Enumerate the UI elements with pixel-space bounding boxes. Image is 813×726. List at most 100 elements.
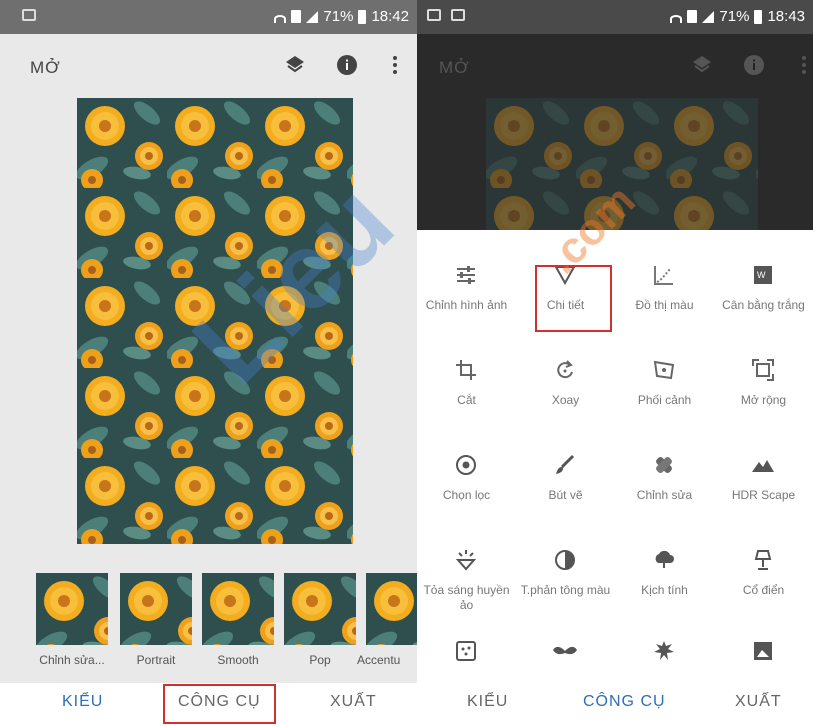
look-thumbnail[interactable]	[202, 573, 274, 645]
tool-tune-image[interactable]: Chỉnh hình ảnh	[417, 252, 516, 347]
battery-icon	[754, 9, 763, 24]
tab-styles[interactable]: KIỂU	[467, 693, 508, 711]
looks-strip: Chỉnh sửa... Portrait Smooth Pop Accentu	[0, 573, 417, 667]
tool-drama[interactable]: Kịch tính	[615, 537, 714, 632]
tool-label: Bút vẽ	[548, 488, 583, 502]
tool-label: Chỉnh hình ảnh	[425, 298, 508, 312]
photo-preview[interactable]	[77, 98, 353, 544]
crop-icon	[451, 355, 481, 385]
clock: 18:42	[371, 8, 409, 25]
tool-label: Chọn lọc	[442, 488, 491, 502]
tool-brush[interactable]: Bút vẽ	[516, 442, 615, 537]
look-label: Accentu	[357, 653, 401, 667]
tab-tools[interactable]: CÔNG CỤ	[583, 693, 666, 711]
tool-label: Mở rộng	[740, 393, 787, 407]
sim-icon	[291, 10, 302, 23]
look-label: Pop	[309, 653, 331, 667]
tool-vintage[interactable]: Cổ điển	[714, 537, 813, 632]
layers-icon[interactable]	[282, 52, 308, 78]
tool-rotate[interactable]: Xoay	[516, 347, 615, 442]
tool-crop[interactable]: Cắt	[417, 347, 516, 442]
glamour-glow-icon	[451, 545, 481, 575]
wifi-icon	[274, 14, 287, 23]
tune-icon	[451, 260, 481, 290]
clock: 18:43	[767, 8, 805, 25]
grunge-icon	[649, 636, 679, 666]
status-bar: 71% 18:42	[0, 0, 417, 34]
tool-label: Phối cảnh	[637, 393, 692, 407]
curves-icon	[649, 260, 679, 290]
signal-icon	[702, 10, 715, 23]
black-white-icon	[748, 636, 778, 666]
look-thumbnail[interactable]	[284, 573, 356, 645]
tool-label: Tỏa sáng huyền ảo	[423, 583, 510, 612]
battery-icon	[358, 9, 367, 24]
bottom-nav: KIỂU CÔNG CỤ XUẤT	[417, 683, 813, 726]
open-button[interactable]: MỞ	[30, 58, 61, 78]
status-bar: 71% 18:43	[417, 0, 813, 34]
app-bar: MỞ	[417, 34, 813, 98]
info-icon[interactable]	[334, 52, 360, 78]
gallery-notification-icon	[451, 9, 465, 21]
tool-label: Kịch tính	[641, 583, 688, 597]
perspective-icon	[649, 355, 679, 385]
brush-icon	[550, 450, 580, 480]
look-thumbnail[interactable]	[36, 573, 108, 645]
look-label: Smooth	[217, 653, 259, 667]
mustache-icon	[550, 636, 580, 666]
image-notification-icon	[427, 9, 441, 21]
tool-label: Cổ điển	[742, 583, 785, 597]
more-options-icon[interactable]	[791, 52, 813, 78]
battery-percent: 71%	[719, 8, 750, 25]
tool-healing[interactable]: Chỉnh sửa	[615, 442, 714, 537]
bottom-nav: KIỂU CÔNG CỤ XUẤT	[0, 683, 417, 726]
tool-label: Cắt	[457, 393, 476, 407]
right-screen: 71% 18:43 MỞ Chỉnh hình ảnh Chi tiết Đồ …	[417, 0, 813, 726]
vintage-lamp-icon	[748, 545, 778, 575]
look-label: Chỉnh sửa...	[39, 653, 105, 667]
tool-curves[interactable]: Đồ thị màu	[615, 252, 714, 347]
open-button[interactable]: MỞ	[439, 58, 470, 78]
more-options-icon[interactable]	[382, 52, 408, 78]
drama-cloud-icon	[649, 545, 679, 575]
tool-label: Đồ thị màu	[635, 298, 694, 312]
tab-export[interactable]: XUẤT	[735, 693, 782, 711]
tools-panel: Chỉnh hình ảnh Chi tiết Đồ thị màu W Cân…	[417, 230, 813, 683]
tool-hdr-scape[interactable]: HDR Scape	[714, 442, 813, 537]
grainy-film-icon	[451, 636, 481, 666]
mountain-icon	[748, 450, 778, 480]
left-screen: 71% 18:42 MỞ Chỉnh sửa... Portrait Smoot…	[0, 0, 417, 726]
tool-label: Xoay	[551, 393, 580, 407]
tool-label: HDR Scape	[731, 488, 796, 502]
gallery-notification-icon	[22, 9, 36, 21]
tool-label: Cân bằng trắng	[722, 298, 805, 312]
tool-label: Chỉnh sửa	[636, 488, 693, 502]
tool-selective[interactable]: Chọn lọc	[417, 442, 516, 537]
layers-icon[interactable]	[689, 52, 715, 78]
tool-glamour-glow[interactable]: Tỏa sáng huyền ảo	[417, 537, 516, 632]
white-balance-icon: W	[748, 260, 778, 290]
tool-white-balance[interactable]: W Cân bằng trắng	[714, 252, 813, 347]
tool-expand[interactable]: Mở rộng	[714, 347, 813, 442]
info-icon[interactable]	[741, 52, 767, 78]
look-thumbnail[interactable]	[366, 573, 417, 645]
sim-icon	[687, 10, 698, 23]
healing-icon	[649, 450, 679, 480]
selective-icon	[451, 450, 481, 480]
highlight-box	[163, 684, 276, 724]
look-label: Portrait	[136, 653, 176, 667]
expand-icon	[748, 355, 778, 385]
svg-text:W: W	[757, 270, 766, 280]
tab-styles[interactable]: KIỂU	[62, 693, 103, 711]
tab-export[interactable]: XUẤT	[330, 693, 377, 711]
tonal-contrast-icon	[550, 545, 580, 575]
tool-tonal-contrast[interactable]: T.phản tông màu	[516, 537, 615, 632]
wifi-icon	[670, 14, 683, 23]
tool-perspective[interactable]: Phối cảnh	[615, 347, 714, 442]
battery-percent: 71%	[323, 8, 354, 25]
signal-icon	[306, 10, 319, 23]
tool-label: T.phản tông màu	[520, 583, 611, 597]
rotate-icon	[550, 355, 580, 385]
app-bar: MỞ	[0, 34, 417, 98]
look-thumbnail[interactable]	[120, 573, 192, 645]
